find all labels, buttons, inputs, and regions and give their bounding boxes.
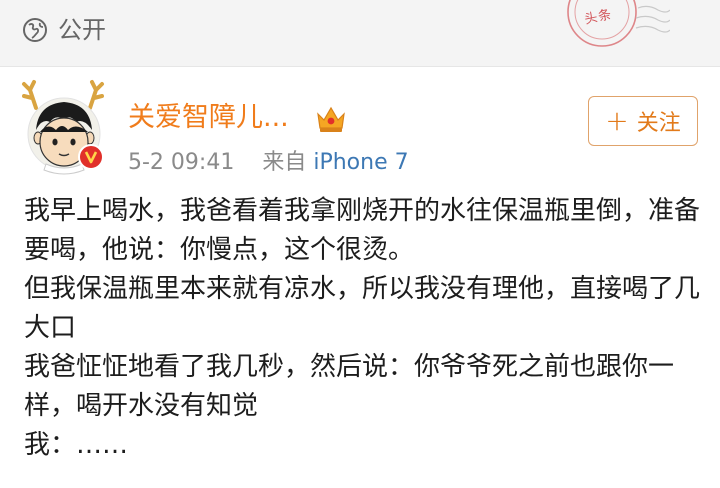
source-prefix: 来自 [262, 150, 307, 175]
plus-icon: + [605, 104, 629, 137]
postmark-stamp: 头条 [540, 0, 671, 62]
globe-icon [23, 18, 47, 42]
source-link[interactable]: iPhone 7 [313, 150, 408, 175]
author-name[interactable]: 关爱智障儿... [128, 100, 289, 136]
post-meta: 5-2 09:41 来自 iPhone 7 [128, 148, 409, 178]
post-paragraph: 我：…… [24, 430, 129, 460]
post-paragraph: 但我保温瓶里本来就有凉水，所以我没有理他，直接喝了几大口 [24, 274, 701, 343]
avatar[interactable] [18, 78, 110, 178]
post-paragraph: 我爸怔怔地看了我几秒，然后说：你爷爷死之前也跟你一样，喝开水没有知觉 [24, 352, 675, 421]
verified-badge-icon [78, 144, 104, 170]
post-time: 5-2 09:41 [128, 150, 235, 175]
post-content: 我早上喝水，我爸看着我拿刚烧开的水往保温瓶里倒，准备要喝，他说：你慢点，这个很烫… [24, 192, 704, 465]
visibility-label: 公开 [58, 16, 106, 44]
follow-button[interactable]: + 关注 [588, 96, 698, 146]
header-divider [0, 66, 720, 67]
follow-label: 关注 [636, 111, 681, 136]
post-paragraph: 我早上喝水，我爸看着我拿刚烧开的水往保温瓶里倒，准备要喝，他说：你慢点，这个很烫… [24, 196, 701, 265]
crown-vip-icon[interactable] [314, 104, 348, 134]
visibility-indicator[interactable]: 公开 [22, 16, 106, 44]
